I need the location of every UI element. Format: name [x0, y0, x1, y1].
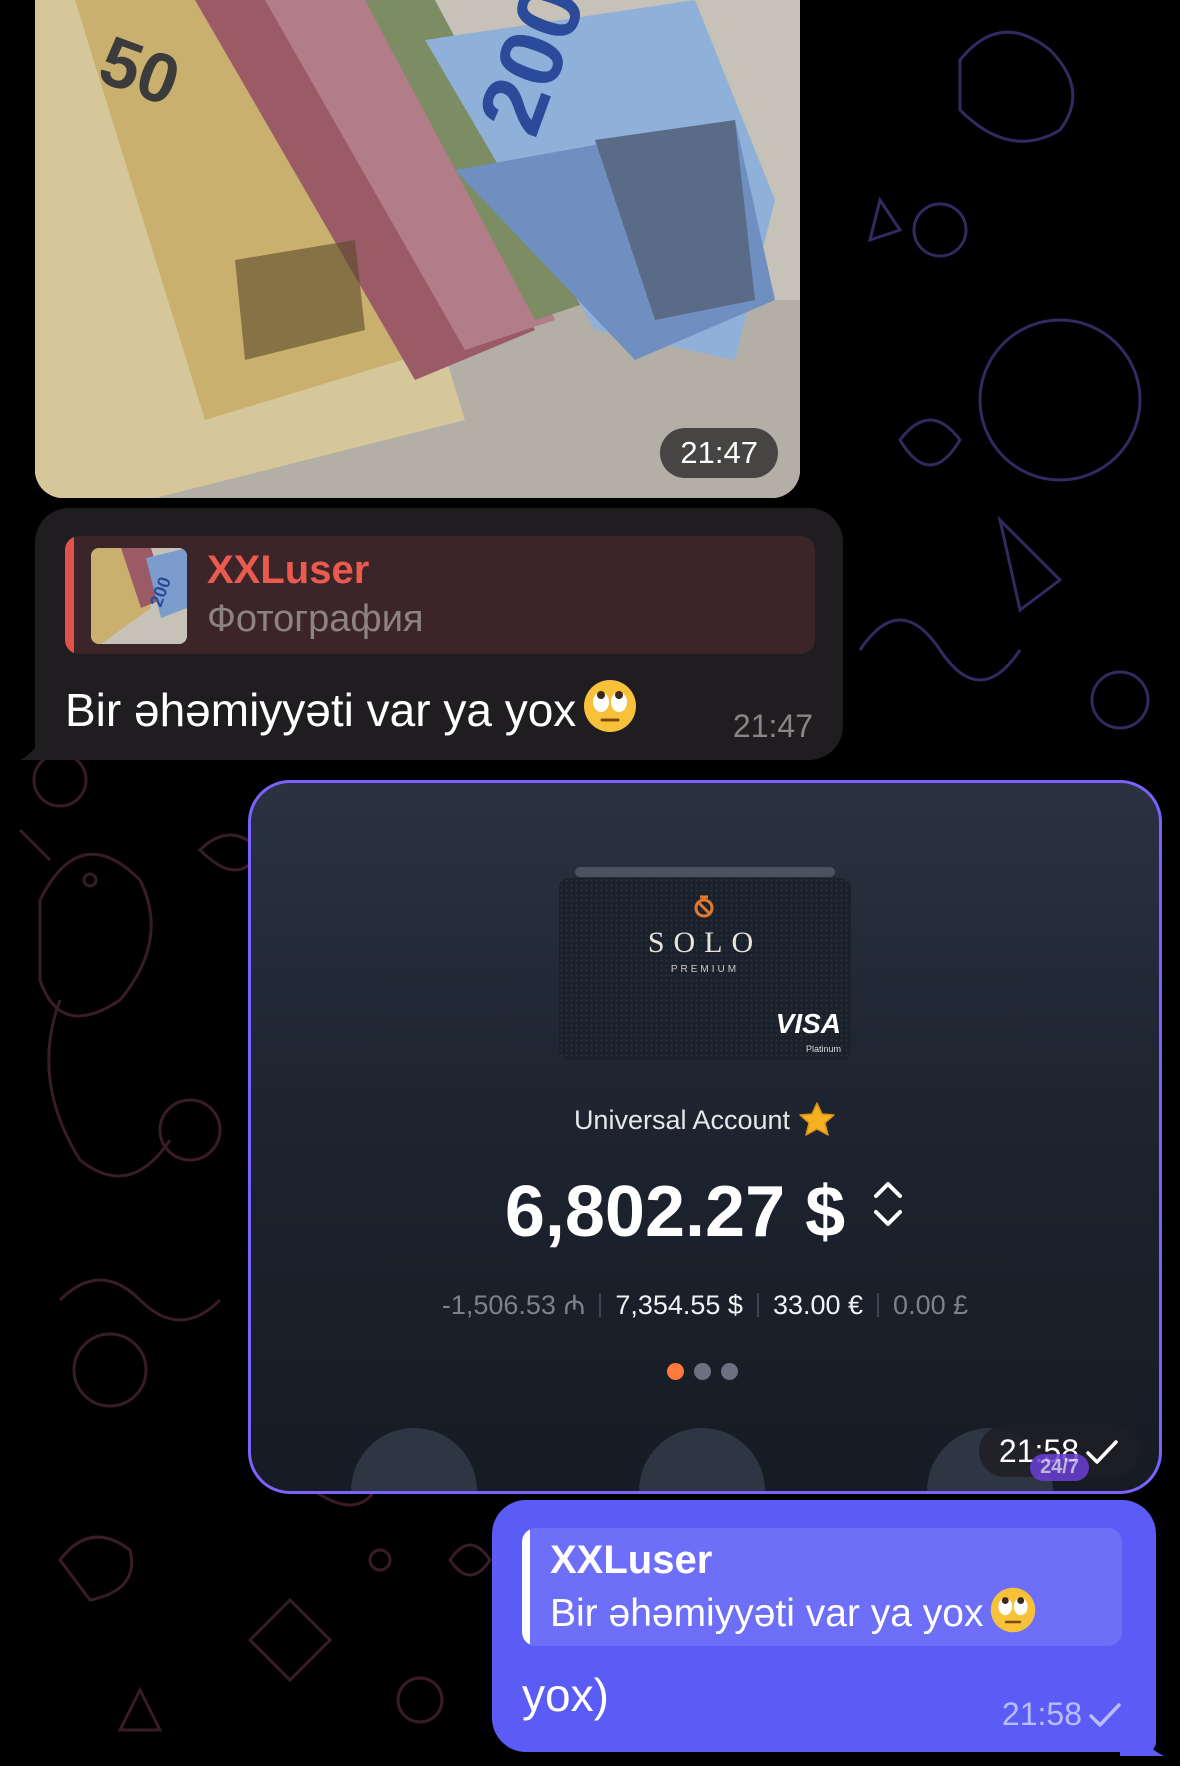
account-balance: 6,802.27 $ [504, 1172, 846, 1252]
balance-row: 6,802.27 $ [251, 1171, 1159, 1253]
currency-balances: -1,506.53 ₼ 7,354.55 $ 33.00 € 0.00 £ [251, 1285, 1159, 1322]
card-stack-edge [575, 867, 835, 877]
account-name: Universal Account [251, 1101, 1159, 1137]
support-badge: 24/7 [1030, 1454, 1089, 1481]
quote-accent-bar [65, 536, 74, 654]
quote-media-type: Фотография [207, 598, 424, 640]
quote-text-content: Bir əhəmiyyəti var ya yox [550, 1592, 984, 1635]
incoming-reply-message[interactable]: 200 XXLuser Фотография Bir əhəmiyyəti va… [35, 508, 843, 760]
page-dot-active [667, 1363, 684, 1380]
card-network-logo: VISA [775, 1008, 841, 1039]
bank-card: SOLO PREMIUM VISA Platinum [559, 878, 851, 1060]
quote-thumbnail: 200 [91, 548, 187, 644]
banknotes-photo: 200 50 [35, 0, 800, 498]
page-dot [721, 1363, 738, 1380]
timestamp-text: 21:58 [1001, 1696, 1082, 1732]
sent-check-icon [1086, 1440, 1118, 1464]
quote-author-name: XXLuser [550, 1538, 713, 1582]
page-indicator [667, 1363, 748, 1385]
balance-azn: -1,506.53 ₼ [441, 1290, 586, 1320]
card-brand: SOLO [647, 926, 763, 959]
balance-usd: 7,354.55 $ [615, 1290, 743, 1320]
quote-text: Bir əhəmiyyəti var ya yox [550, 1586, 1037, 1636]
page-dot [694, 1363, 711, 1380]
balance-gbp: 0.00 £ [893, 1290, 969, 1320]
photo-message[interactable]: 200 50 21:47 [35, 0, 800, 498]
quote-author-name: XXLuser [207, 548, 370, 592]
quote-accent-bar [522, 1528, 530, 1646]
message-timestamp: 21:47 [732, 708, 813, 744]
balance-eur: 33.00 € [772, 1290, 864, 1320]
card-network-tier: Platinum [805, 1044, 841, 1054]
reply-quote[interactable]: XXLuser Bir əhəmiyyəti var ya yox [522, 1528, 1122, 1646]
outgoing-reply-message[interactable]: XXLuser Bir əhəmiyyəti var ya yox yox) 2… [492, 1500, 1156, 1752]
reply-quote[interactable]: 200 XXLuser Фотография [65, 536, 815, 654]
message-text: Bir əhəmiyyəti var ya yox [65, 678, 638, 737]
photo-timestamp: 21:47 [660, 428, 778, 478]
sent-check-icon [1089, 1703, 1121, 1727]
message-text-content: Bir əhəmiyyəti var ya yox [65, 684, 577, 736]
message-timestamp: 21:58 [1002, 1696, 1122, 1733]
star-icon [799, 1102, 835, 1136]
action-button [639, 1428, 765, 1491]
message-text: yox) [522, 1669, 609, 1721]
action-button [351, 1428, 477, 1491]
account-name-label: Universal Account [573, 1105, 791, 1135]
rolling-eyes-emoji-icon [584, 680, 637, 732]
card-logo-icon [694, 895, 714, 918]
card-tier: PREMIUM [670, 964, 740, 975]
banking-screenshot-message[interactable]: SOLO PREMIUM VISA Platinum Universal Acc… [248, 780, 1162, 1494]
rolling-eyes-emoji-icon [991, 1587, 1036, 1633]
currency-switch-icon [874, 1182, 903, 1226]
